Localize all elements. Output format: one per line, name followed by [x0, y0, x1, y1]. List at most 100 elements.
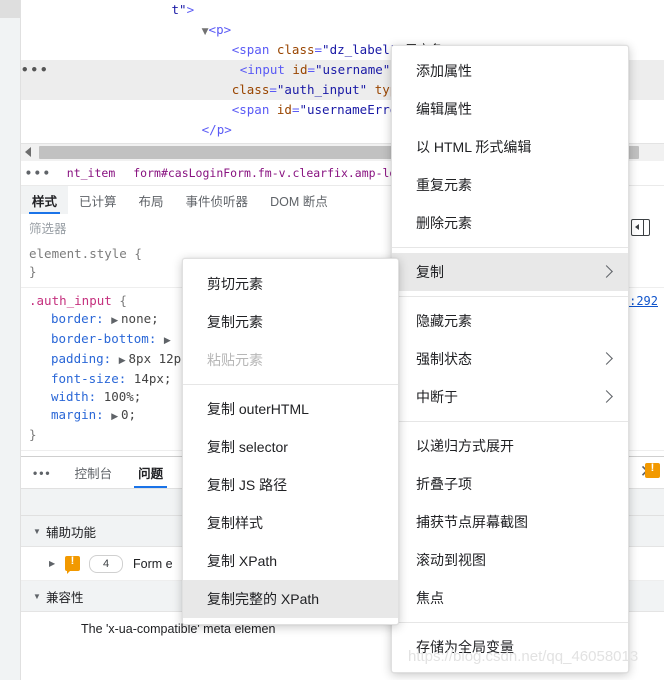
- menu-separator: [392, 247, 628, 248]
- css-property[interactable]: margin:: [51, 407, 111, 422]
- dom-context-menu[interactable]: 添加属性编辑属性以 HTML 形式编辑重复元素删除元素复制隐藏元素强制状态中断于…: [391, 45, 629, 673]
- menu-item-删除元素[interactable]: 删除元素: [392, 204, 628, 242]
- caret-right-icon[interactable]: ▶: [164, 336, 174, 346]
- menu-item-重复元素[interactable]: 重复元素: [392, 166, 628, 204]
- devtools-window: https://blog.csdn.net/qq_46058013 请输入一卡.…: [0, 0, 664, 680]
- css-value[interactable]: 14px;: [134, 371, 172, 386]
- dom-token: >: [224, 122, 232, 137]
- css-value[interactable]: 100%;: [104, 389, 142, 404]
- menu-item-label: 编辑属性: [416, 101, 472, 117]
- menu-item-隐藏元素[interactable]: 隐藏元素: [392, 302, 628, 340]
- breadcrumb-item[interactable]: form#casLoginForm.fm-v.clearfix.amp-logi…: [124, 166, 426, 180]
- brace: {: [126, 246, 142, 261]
- menu-item-中断于[interactable]: 中断于: [392, 378, 628, 416]
- css-value[interactable]: 0;: [121, 407, 136, 422]
- menu-item-复制 selector[interactable]: 复制 selector: [183, 428, 398, 466]
- menu-item-label: 复制元素: [207, 314, 263, 330]
- watermark: https://blog.csdn.net/qq_46058013: [408, 648, 639, 665]
- ellipsis-icon: •••: [21, 62, 60, 77]
- breadcrumb-item[interactable]: nt_item: [58, 166, 124, 180]
- tab-样式[interactable]: 样式: [21, 186, 69, 214]
- left-rail: [0, 0, 21, 680]
- dom-token: class: [269, 42, 315, 57]
- menu-item-label: 以递归方式展开: [416, 438, 514, 454]
- tab-事件侦听器[interactable]: 事件侦听器: [175, 186, 260, 214]
- issues-section-title: 辅助功能: [46, 525, 97, 540]
- caret-down-icon[interactable]: ▼: [202, 27, 209, 37]
- copy-submenu[interactable]: 剪切元素复制元素粘贴元素复制 outerHTML 复制 selector 复制 JS…: [182, 258, 399, 625]
- menu-item-复制 outerHTML[interactable]: 复制 outerHTML: [183, 390, 398, 428]
- dom-token: </: [201, 122, 217, 137]
- dom-token: <: [208, 22, 217, 37]
- menu-separator: [392, 421, 628, 422]
- css-selector[interactable]: .auth_input: [29, 293, 112, 308]
- drawer-tab-问题[interactable]: 问题: [125, 457, 176, 488]
- css-property[interactable]: font-size:: [51, 371, 134, 386]
- tab-已计算[interactable]: 已计算: [68, 186, 128, 214]
- menu-item-焦点[interactable]: 焦点: [392, 579, 628, 617]
- menu-item-label: 复制: [416, 264, 444, 280]
- tab-DOM 断点[interactable]: DOM 断点: [259, 186, 339, 214]
- menu-item-复制[interactable]: 复制: [392, 253, 628, 291]
- menu-item-label: 复制 outerHTML: [207, 401, 309, 417]
- css-property[interactable]: border:: [51, 311, 111, 326]
- issues-section-title: 兼容性: [46, 590, 84, 605]
- menu-separator: [183, 384, 398, 385]
- caret-right-icon[interactable]: ▶: [111, 412, 121, 422]
- tab-布局[interactable]: 布局: [128, 186, 175, 214]
- menu-item-粘贴元素: 粘贴元素: [183, 341, 398, 379]
- menu-separator: [392, 296, 628, 297]
- menu-item-label: 中断于: [416, 389, 458, 405]
- menu-item-以递归方式展开[interactable]: 以递归方式展开: [392, 427, 628, 465]
- menu-item-复制 XPath[interactable]: 复制 XPath: [183, 542, 398, 580]
- css-property[interactable]: padding:: [51, 351, 119, 366]
- breadcrumb-overflow[interactable]: •••: [21, 166, 58, 180]
- menu-item-滚动到视图[interactable]: 滚动到视图: [392, 541, 628, 579]
- menu-item-label: 重复元素: [416, 177, 472, 193]
- menu-item-强制状态[interactable]: 强制状态: [392, 340, 628, 378]
- menu-item-label: 隐藏元素: [416, 313, 472, 329]
- menu-item-label: 折叠子项: [416, 476, 472, 492]
- dom-token: input: [247, 62, 285, 77]
- dom-token: >: [186, 2, 195, 17]
- menu-item-复制 JS 路径[interactable]: 复制 JS 路径: [183, 466, 398, 504]
- menu-item-以 HTML 形式编辑[interactable]: 以 HTML 形式编辑: [392, 128, 628, 166]
- caret-right-icon: ▶: [49, 559, 56, 568]
- menu-item-复制完整的 XPath[interactable]: 复制完整的 XPath: [183, 580, 398, 618]
- menu-item-复制样式[interactable]: 复制样式: [183, 504, 398, 542]
- drawer-overflow-icon[interactable]: •••: [21, 457, 62, 488]
- menu-item-剪切元素[interactable]: 剪切元素: [183, 265, 398, 303]
- css-value[interactable]: 8px 12p;: [129, 351, 189, 366]
- menu-item-label: 删除元素: [416, 215, 472, 231]
- dom-node-line[interactable]: ▼<p>: [21, 20, 664, 40]
- menu-item-折叠子项[interactable]: 折叠子项: [392, 465, 628, 503]
- menu-item-编辑属性[interactable]: 编辑属性: [392, 90, 628, 128]
- menu-item-label: 捕获节点屏幕截图: [416, 514, 528, 530]
- css-property[interactable]: border-bottom:: [51, 331, 164, 346]
- drawer-tab-控制台[interactable]: 控制台: [62, 457, 126, 488]
- caret-down-icon: ▼: [33, 526, 41, 536]
- dom-token: =: [269, 82, 277, 97]
- css-value[interactable]: none;: [121, 311, 159, 326]
- dom-token: "dz_label": [322, 42, 398, 57]
- caret-right-icon[interactable]: ▶: [111, 316, 121, 326]
- menu-item-label: 复制完整的 XPath: [207, 591, 320, 607]
- dom-token: class: [231, 82, 270, 97]
- scroll-left-arrow-icon[interactable]: [25, 147, 31, 157]
- menu-item-捕获节点屏幕截图[interactable]: 捕获节点屏幕截图: [392, 503, 628, 541]
- dom-node-line[interactable]: t">: [21, 0, 664, 20]
- menu-item-复制元素[interactable]: 复制元素: [183, 303, 398, 341]
- dom-token: span: [239, 42, 270, 57]
- warning-icon: [65, 555, 80, 574]
- dom-token: =: [314, 42, 323, 57]
- caret-right-icon[interactable]: ▶: [119, 356, 129, 366]
- css-selector[interactable]: element.style: [29, 246, 127, 261]
- menu-item-添加属性[interactable]: 添加属性: [392, 52, 628, 90]
- dom-token: id: [284, 62, 308, 77]
- left-rail-top-block: [0, 0, 20, 18]
- menu-item-label: 复制 XPath: [207, 553, 278, 569]
- css-property[interactable]: width:: [51, 389, 104, 404]
- panel-toggle-icon[interactable]: [631, 219, 650, 236]
- dom-token: span: [239, 102, 270, 117]
- dom-token: >: [223, 22, 232, 37]
